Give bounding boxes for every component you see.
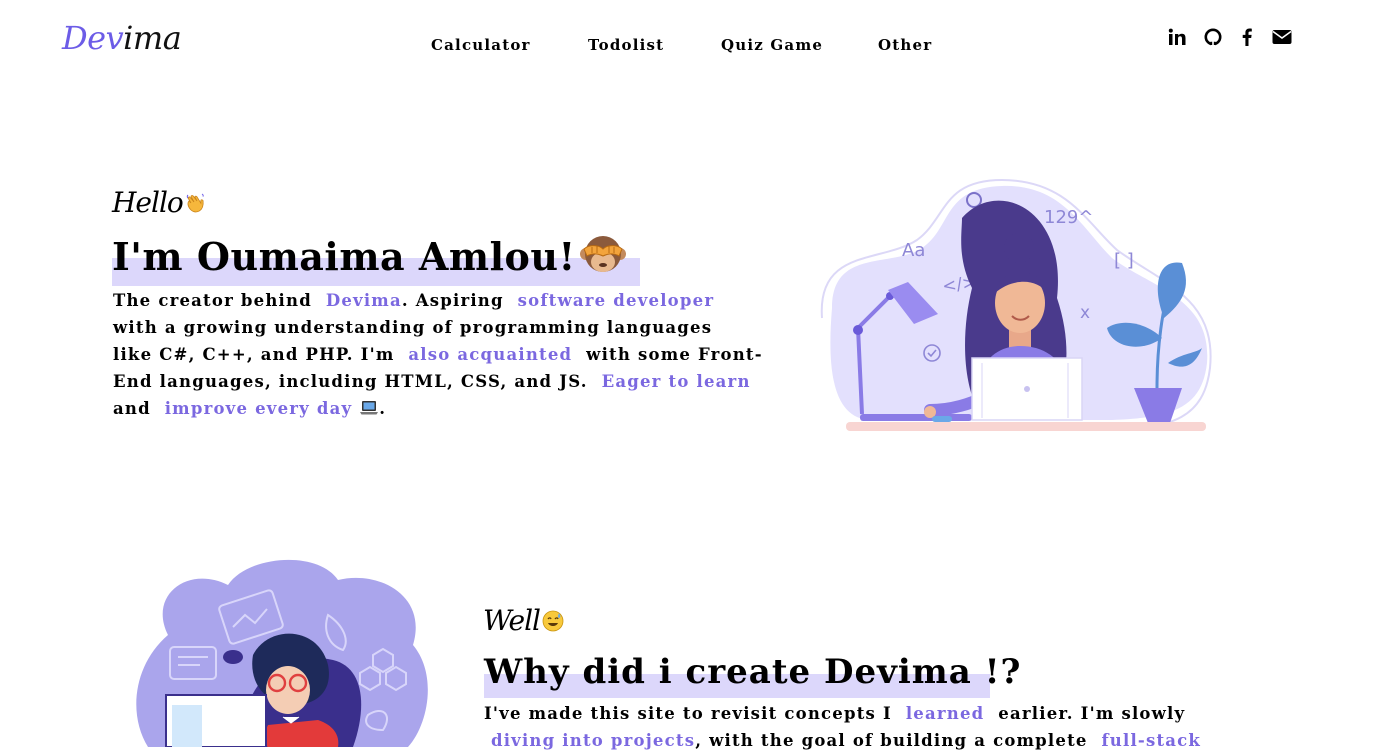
hero-text-8: . [379,399,387,418]
hero-text-4: like C#, C++, and PHP. I'm [113,345,395,364]
site-logo[interactable]: Devima [62,18,182,58]
ill-label-129: 129^ [1044,207,1093,228]
facebook-icon[interactable] [1236,26,1258,48]
waving-hand-icon [185,188,207,222]
linkedin-icon[interactable] [1166,26,1188,48]
why-greeting-text: Well [483,604,541,637]
why-title-text: Why did i create Devima !? [484,652,1022,692]
hero-text-3: with a growing understanding of programm… [113,318,713,337]
full-stack-highlight: full-stack [1101,731,1202,750]
ill-label-brackets: [ ] [1114,250,1134,271]
logo-part-1: Dev [62,19,124,57]
software-developer-highlight: software developer [517,291,715,310]
hero-text-2: . Aspiring [401,291,504,310]
hero-paragraph: The creator behind Devima. Aspiring soft… [113,287,793,424]
nav-other[interactable]: Other [878,36,932,54]
why-text-3: , with the goal of building a complete [695,731,1088,750]
ill-label-aa: Aa [902,240,925,261]
devima-link: Devima [325,291,402,310]
nav-calculator[interactable]: Calculator [431,36,531,54]
improve-every-day-highlight: improve every day [164,399,353,418]
envelope-icon[interactable] [1271,26,1293,48]
why-greeting: Well [483,604,564,639]
logo-part-2: ima [123,19,182,57]
ill-label-x: x [1080,303,1090,323]
laptop-icon [359,397,379,424]
hero-text-5: with some Front- [586,345,763,364]
hero-text-7: and [113,399,151,418]
hero-text-1: The creator behind [113,291,312,310]
why-illustration [136,559,428,747]
eager-to-learn-highlight: Eager to learn [601,372,751,391]
hero-text-6: End languages, including HTML, CSS, and … [113,372,588,391]
developer-illustration: 129^ Aa </> [ ] x [820,178,1212,431]
hero-greeting: Hello [112,186,207,222]
why-text-1: I've made this site to revisit concepts … [484,704,892,723]
why-text-2: earlier. I'm slowly [998,704,1186,723]
see-no-evil-monkey-icon [579,232,626,291]
why-paragraph: I've made this site to revisit concepts … [484,700,1264,754]
hero-greeting-text: Hello [112,186,184,219]
nav-todolist[interactable]: Todolist [588,36,664,54]
hero-title-text: I'm Oumaima Amlou! [112,234,576,279]
learned-highlight: learned [905,704,985,723]
github-icon[interactable] [1202,26,1224,48]
smiling-sweat-icon [542,606,564,639]
hero-title: I'm Oumaima Amlou! [112,231,640,287]
also-acquainted-highlight: also acquainted [408,345,573,364]
why-title: Why did i create Devima !? [484,650,1020,698]
diving-into-projects-highlight: diving into projects [490,731,696,750]
nav-quiz-game[interactable]: Quiz Game [721,36,823,54]
